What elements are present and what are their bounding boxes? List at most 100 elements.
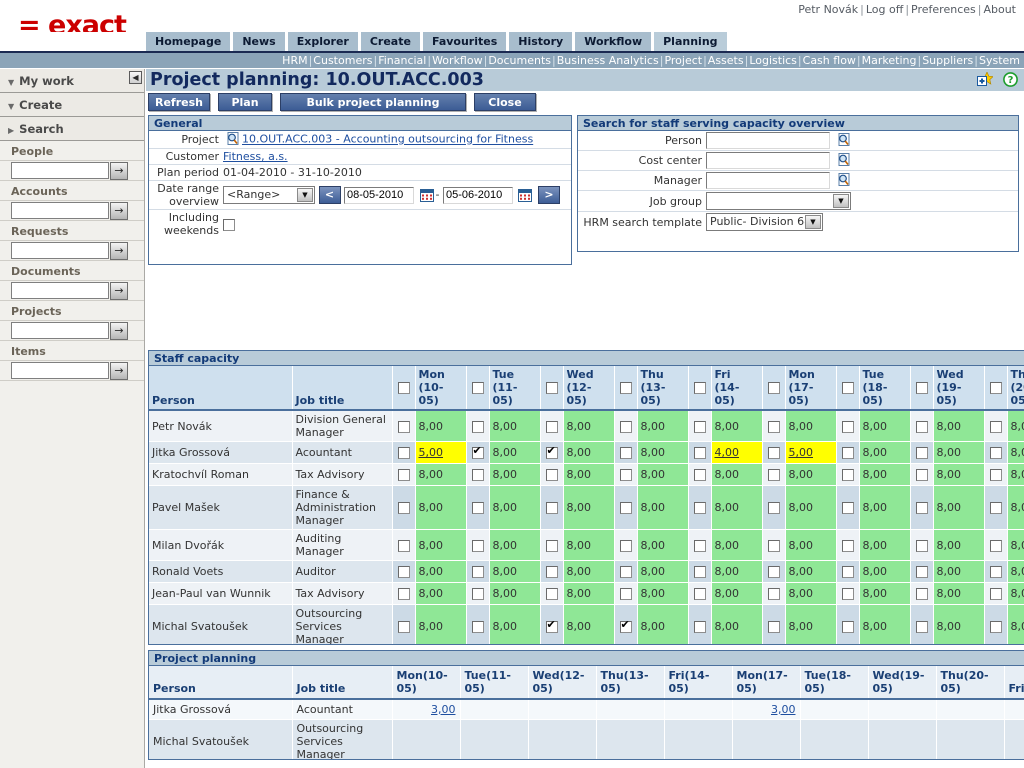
row-day-checkbox[interactable] bbox=[841, 420, 854, 433]
row-day-checkbox[interactable] bbox=[545, 445, 558, 459]
projects-search-go-button[interactable]: → bbox=[110, 321, 128, 340]
col-select-all-tue-18-05[interactable] bbox=[836, 366, 860, 411]
select-all-checkbox[interactable] bbox=[397, 382, 410, 394]
row-day-checkbox[interactable] bbox=[471, 566, 484, 578]
log-off-link[interactable]: Log off bbox=[866, 3, 903, 16]
date-range-next-button[interactable]: > bbox=[537, 186, 560, 204]
row-day-checkbox[interactable] bbox=[989, 469, 1002, 481]
row-day-checkbox[interactable] bbox=[545, 502, 558, 514]
cell-select-checkbox[interactable] bbox=[762, 441, 786, 464]
bulk-project-planning-button[interactable]: Bulk project planning bbox=[280, 93, 466, 111]
cell-select-checkbox[interactable] bbox=[688, 604, 712, 644]
calendar-icon-to[interactable] bbox=[518, 188, 533, 202]
row-day-checkbox[interactable] bbox=[767, 420, 780, 433]
cell-select-checkbox[interactable] bbox=[910, 529, 934, 561]
row-day-checkbox[interactable] bbox=[471, 621, 484, 633]
cell-select-checkbox[interactable] bbox=[984, 410, 1008, 442]
row-day-checkbox[interactable] bbox=[841, 502, 854, 514]
select-all-checkbox[interactable] bbox=[619, 382, 632, 394]
tab-news[interactable]: News bbox=[233, 32, 285, 51]
select-all-checkbox[interactable] bbox=[841, 382, 854, 394]
row-day-checkbox[interactable] bbox=[471, 420, 484, 433]
cell-select-checkbox[interactable] bbox=[392, 604, 416, 644]
accounts-search-go-button[interactable]: → bbox=[110, 201, 128, 220]
cell-select-checkbox[interactable] bbox=[762, 410, 786, 442]
documents-search-go-button[interactable]: → bbox=[110, 281, 128, 300]
row-day-checkbox[interactable] bbox=[915, 502, 928, 514]
tab-create[interactable]: Create bbox=[360, 32, 420, 51]
cell-select-checkbox[interactable] bbox=[984, 604, 1008, 644]
row-day-checkbox[interactable] bbox=[767, 621, 780, 633]
cell-select-checkbox[interactable] bbox=[984, 485, 1008, 530]
row-day-checkbox[interactable] bbox=[545, 469, 558, 481]
row-day-checkbox[interactable] bbox=[841, 566, 854, 578]
cell-select-checkbox[interactable] bbox=[762, 604, 786, 644]
items-search-go-button[interactable]: → bbox=[110, 361, 128, 380]
row-day-checkbox[interactable] bbox=[767, 588, 780, 600]
row-day-checkbox[interactable] bbox=[545, 588, 558, 600]
documents-search-input[interactable] bbox=[11, 282, 109, 299]
row-day-checkbox[interactable] bbox=[471, 588, 484, 600]
select-all-checkbox[interactable] bbox=[471, 382, 484, 394]
row-day-checkbox[interactable] bbox=[693, 621, 706, 633]
planned-hours-value[interactable]: 3,00 bbox=[771, 703, 796, 716]
row-day-checkbox[interactable] bbox=[693, 502, 706, 514]
row-day-checkbox[interactable] bbox=[915, 566, 928, 578]
customer-link[interactable]: Fitness, a.s. bbox=[223, 150, 288, 163]
capacity-value[interactable]: 5,00 bbox=[789, 446, 814, 459]
cell-select-checkbox[interactable] bbox=[762, 529, 786, 561]
calendar-icon-from[interactable] bbox=[419, 188, 434, 202]
select-all-checkbox[interactable] bbox=[915, 382, 928, 394]
cell-select-checkbox[interactable] bbox=[836, 485, 860, 530]
row-day-checkbox[interactable] bbox=[989, 502, 1002, 514]
cell-select-checkbox[interactable] bbox=[392, 582, 416, 605]
date-range-prev-button[interactable]: < bbox=[318, 186, 341, 204]
row-day-checkbox[interactable] bbox=[915, 420, 928, 433]
row-day-checkbox[interactable] bbox=[989, 420, 1002, 433]
cell-select-checkbox[interactable] bbox=[540, 582, 564, 605]
cell-select-checkbox[interactable] bbox=[910, 604, 934, 644]
col-select-all-mon-10-05[interactable] bbox=[392, 366, 416, 411]
cell-select-checkbox[interactable] bbox=[910, 485, 934, 530]
row-day-checkbox[interactable] bbox=[841, 588, 854, 600]
row-day-checkbox[interactable] bbox=[915, 469, 928, 481]
cell-capacity-hours[interactable]: 4,00 bbox=[711, 441, 763, 464]
cell-select-checkbox[interactable] bbox=[688, 485, 712, 530]
help-icon[interactable]: ? bbox=[1003, 72, 1018, 90]
submenu-workflow[interactable]: Workflow bbox=[432, 54, 483, 67]
submenu-cash-flow[interactable]: Cash flow bbox=[803, 54, 856, 67]
cell-select-checkbox[interactable] bbox=[910, 410, 934, 442]
cell-select-checkbox[interactable] bbox=[910, 582, 934, 605]
cell-select-checkbox[interactable] bbox=[540, 410, 564, 442]
row-day-checkbox[interactable] bbox=[767, 566, 780, 578]
row-day-checkbox[interactable] bbox=[693, 566, 706, 578]
manager-input[interactable] bbox=[706, 172, 830, 189]
submenu-documents[interactable]: Documents bbox=[488, 54, 551, 67]
cell-select-checkbox[interactable] bbox=[984, 560, 1008, 583]
row-day-checkbox[interactable] bbox=[767, 502, 780, 514]
cell-select-checkbox[interactable] bbox=[762, 560, 786, 583]
row-day-checkbox[interactable] bbox=[989, 447, 1002, 459]
cell-capacity-hours[interactable]: 5,00 bbox=[415, 441, 467, 464]
date-to-input[interactable] bbox=[442, 186, 513, 204]
row-day-checkbox[interactable] bbox=[545, 539, 558, 552]
cell-select-checkbox[interactable] bbox=[466, 560, 490, 583]
capacity-value[interactable]: 5,00 bbox=[419, 446, 444, 459]
cell-select-checkbox[interactable] bbox=[466, 463, 490, 486]
cell-select-checkbox[interactable] bbox=[910, 560, 934, 583]
cell-select-checkbox[interactable] bbox=[762, 582, 786, 605]
date-range-select[interactable]: <Range> ▼ bbox=[223, 186, 315, 204]
cell-select-checkbox[interactable] bbox=[836, 582, 860, 605]
row-day-checkbox[interactable] bbox=[767, 539, 780, 552]
cell-select-checkbox[interactable] bbox=[688, 463, 712, 486]
row-day-checkbox[interactable] bbox=[989, 566, 1002, 578]
row-day-checkbox[interactable] bbox=[989, 539, 1002, 552]
cell-select-checkbox[interactable] bbox=[836, 529, 860, 561]
cell-select-checkbox[interactable] bbox=[392, 463, 416, 486]
row-day-checkbox[interactable] bbox=[915, 621, 928, 633]
cell-select-checkbox[interactable] bbox=[688, 441, 712, 464]
cell-select-checkbox[interactable] bbox=[540, 560, 564, 583]
cell-select-checkbox[interactable] bbox=[688, 582, 712, 605]
person-input[interactable] bbox=[706, 132, 830, 149]
cell-planned-hours[interactable]: 3,00 bbox=[392, 699, 461, 720]
